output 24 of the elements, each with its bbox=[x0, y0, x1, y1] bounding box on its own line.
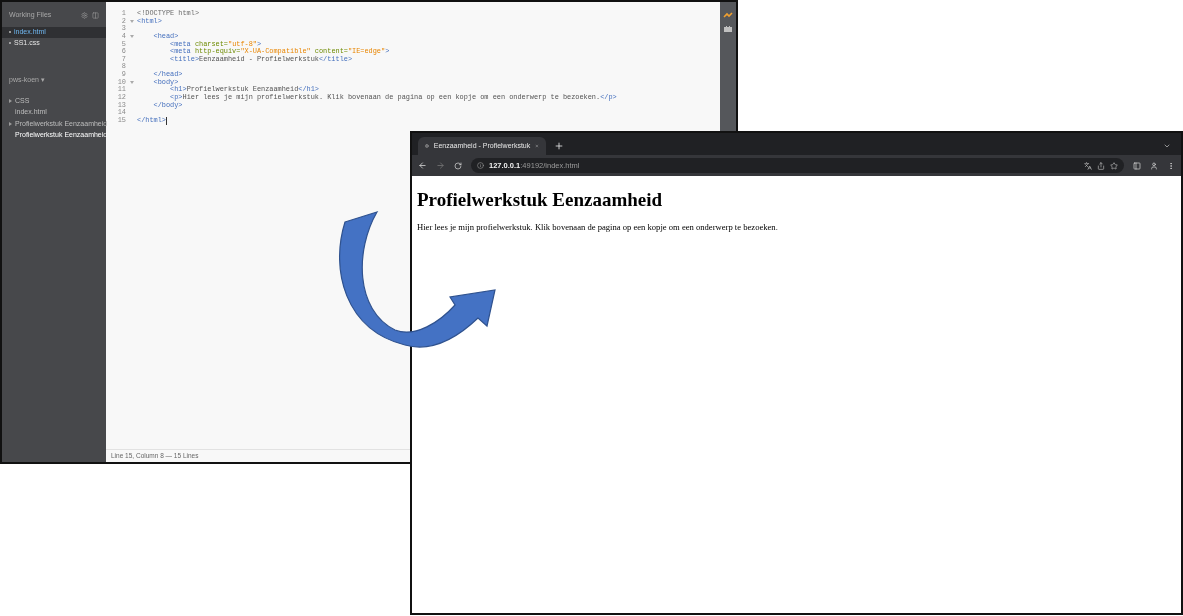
settings-icon[interactable] bbox=[81, 11, 88, 19]
new-tab-icon[interactable] bbox=[554, 141, 564, 151]
split-view-icon[interactable] bbox=[92, 11, 99, 19]
chevron-down-icon[interactable] bbox=[1163, 142, 1171, 150]
globe-icon bbox=[425, 142, 429, 150]
back-icon[interactable] bbox=[418, 161, 427, 170]
zigzag-icon[interactable] bbox=[723, 12, 733, 19]
share-icon[interactable] bbox=[1097, 161, 1105, 170]
fold-icon[interactable] bbox=[129, 35, 134, 39]
plugin-icon[interactable] bbox=[723, 25, 733, 32]
profile-icon[interactable] bbox=[1150, 161, 1158, 170]
menu-icon[interactable] bbox=[1167, 161, 1175, 170]
fold-icon[interactable] bbox=[129, 81, 134, 85]
expand-triangle-icon[interactable] bbox=[9, 98, 12, 103]
page-paragraph: Hier lees je mijn profielwerkstuk. Klik bovenaan de pagina op een kopje om een onderwerp te bezoeken. bbox=[417, 220, 779, 234]
expand-triangle-icon[interactable] bbox=[9, 121, 12, 126]
star-icon[interactable] bbox=[1110, 161, 1118, 170]
fold-icon[interactable] bbox=[129, 19, 134, 23]
forward-icon bbox=[436, 161, 445, 170]
translate-icon[interactable] bbox=[1084, 161, 1092, 170]
page-heading: Profielwerkstuk Eenzaamheid bbox=[417, 188, 664, 212]
reload-icon[interactable] bbox=[454, 161, 462, 170]
side-panel-icon[interactable] bbox=[1133, 161, 1141, 170]
info-icon[interactable] bbox=[477, 162, 484, 169]
